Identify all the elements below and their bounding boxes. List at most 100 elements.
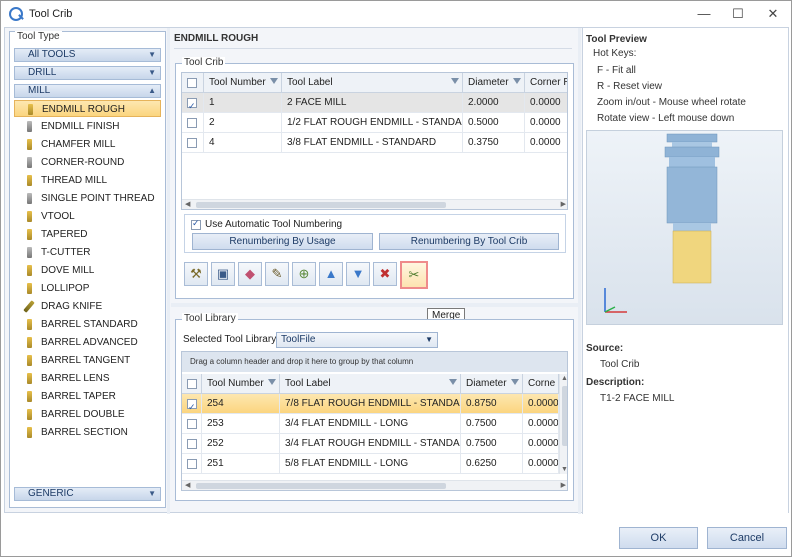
cancel-button[interactable]: Cancel <box>707 527 787 549</box>
filter-icon[interactable] <box>451 78 459 84</box>
edit-tool-button[interactable]: ✎ <box>265 262 289 286</box>
tool-crib-caption: Tool Crib <box>182 57 226 68</box>
renumber-by-tool-crib-button[interactable]: Renumbering By Tool Crib <box>379 233 559 250</box>
row-checkbox[interactable] <box>187 138 197 148</box>
tool-item-barrel-taper[interactable]: BARREL TAPER <box>14 388 161 405</box>
select-all-checkbox[interactable] <box>187 78 197 88</box>
minimize-button[interactable]: — <box>687 1 721 27</box>
t-cutter-icon <box>27 247 32 258</box>
row-checkbox[interactable] <box>187 96 197 113</box>
hotkey-fit: F - Fit all <box>597 65 636 76</box>
table-row[interactable]: 2 1/2 FLAT ROUGH ENDMILL - STANDARD 0.50… <box>182 113 567 133</box>
tool-preview-viewport[interactable] <box>586 130 783 325</box>
column-diameter[interactable]: Diameter <box>463 73 525 93</box>
column-tool-number[interactable]: Tool Number <box>202 374 280 394</box>
eraser-button[interactable]: ◆ <box>238 262 262 286</box>
right-splitter[interactable] <box>578 28 581 514</box>
move-up-button[interactable]: ▲ <box>319 262 343 286</box>
group-drill[interactable]: DRILL ▼ <box>14 66 161 80</box>
scroll-right-icon[interactable]: ▶ <box>561 481 566 489</box>
scroll-thumb[interactable] <box>562 386 567 446</box>
column-tool-label[interactable]: Tool Label <box>282 73 463 93</box>
row-checkbox[interactable] <box>187 439 197 449</box>
tool-item-barrel-lens[interactable]: BARREL LENS <box>14 370 161 387</box>
middle-splitter[interactable] <box>171 303 578 307</box>
tool-library-select[interactable]: ToolFile ▼ <box>276 332 438 348</box>
add-tool-button[interactable]: ⊕ <box>292 262 316 286</box>
left-splitter[interactable] <box>167 28 170 514</box>
horizontal-scrollbar[interactable]: ◀ ▶ <box>182 199 567 209</box>
scroll-right-icon[interactable]: ▶ <box>561 200 566 208</box>
thread-mill-icon <box>27 175 32 186</box>
column-tool-number[interactable]: Tool Number <box>204 73 282 93</box>
tool-item-barrel-section[interactable]: BARREL SECTION <box>14 424 161 441</box>
column-label: Corne <box>528 378 556 389</box>
tool-item-chamfer-mill[interactable]: CHAMFER MILL <box>14 136 161 153</box>
tool-item-label: THREAD MILL <box>41 175 108 186</box>
selected-library-value: ToolFile <box>281 334 316 345</box>
filter-icon[interactable] <box>511 379 519 385</box>
group-all-tools[interactable]: All TOOLS ▼ <box>14 48 161 62</box>
tool-item-tapered[interactable]: TAPERED <box>14 226 161 243</box>
row-checkbox[interactable] <box>187 118 197 128</box>
merge-button[interactable]: ✂ <box>400 261 428 289</box>
maximize-button[interactable]: ☐ <box>721 1 755 27</box>
scroll-down-icon[interactable]: ▼ <box>561 466 567 473</box>
auto-numbering-checkbox[interactable] <box>191 218 201 230</box>
row-checkbox[interactable] <box>187 397 197 414</box>
column-corner-radius[interactable]: Corner Ra <box>525 73 567 93</box>
filter-icon[interactable] <box>270 78 278 84</box>
tool-item-thread-mill[interactable]: THREAD MILL <box>14 172 161 189</box>
table-row[interactable]: 251 5/8 FLAT ENDMILL - LONG 0.6250 0.000… <box>182 454 559 474</box>
tool-item-single-point-thread[interactable]: SINGLE POINT THREAD <box>14 190 161 207</box>
row-checkbox[interactable] <box>187 459 197 469</box>
column-label: Tool Label <box>287 77 333 88</box>
tool-item-lollipop[interactable]: LOLLIPOP <box>14 280 161 297</box>
group-generic[interactable]: GENERIC ▼ <box>14 487 161 501</box>
renumber-by-usage-button[interactable]: Renumbering By Usage <box>192 233 373 250</box>
filter-icon[interactable] <box>449 379 457 385</box>
tool-item-corner-round[interactable]: CORNER-ROUND <box>14 154 161 171</box>
group-mill[interactable]: MILL ▲ <box>14 84 161 98</box>
scroll-thumb[interactable] <box>196 483 446 489</box>
tool-item-barrel-tangent[interactable]: BARREL TANGENT <box>14 352 161 369</box>
tool-item-drag-knife[interactable]: DRAG KNIFE <box>14 298 161 315</box>
tool-item-vtool[interactable]: VTOOL <box>14 208 161 225</box>
table-row[interactable]: 1 2 FACE MILL 2.0000 0.0000 <box>182 93 567 113</box>
scroll-up-icon[interactable]: ▲ <box>561 375 567 382</box>
filter-icon[interactable] <box>513 78 521 84</box>
cell-tool-number: 2 <box>204 113 282 133</box>
table-row[interactable]: 254 7/8 FLAT ROUGH ENDMILL - STANDARD 0.… <box>182 394 559 414</box>
description-label: Description: <box>586 377 645 388</box>
tool-item-t-cutter[interactable]: T-CUTTER <box>14 244 161 261</box>
filter-icon[interactable] <box>268 379 276 385</box>
delete-tool-button[interactable]: ✖ <box>373 262 397 286</box>
tool-item-label: T-CUTTER <box>41 247 91 258</box>
tool-item-dove-mill[interactable]: DOVE MILL <box>14 262 161 279</box>
tool-item-endmill-finish[interactable]: ENDMILL FINISH <box>14 118 161 135</box>
tool-item-barrel-standard[interactable]: BARREL STANDARD <box>14 316 161 333</box>
table-row[interactable]: 4 3/8 FLAT ENDMILL - STANDARD 0.3750 0.0… <box>182 133 567 153</box>
select-all-checkbox[interactable] <box>187 379 197 389</box>
barrel-icon <box>27 409 32 420</box>
row-checkbox[interactable] <box>187 419 197 429</box>
scroll-thumb[interactable] <box>196 202 446 208</box>
column-diameter[interactable]: Diameter <box>461 374 523 394</box>
chevron-down-icon: ▼ <box>148 489 156 498</box>
save-button[interactable]: ▣ <box>211 262 235 286</box>
scroll-left-icon[interactable]: ◀ <box>185 200 190 208</box>
table-row[interactable]: 252 3/4 FLAT ROUGH ENDMILL - STANDARD 0.… <box>182 434 559 454</box>
tool-item-barrel-advanced[interactable]: BARREL ADVANCED <box>14 334 161 351</box>
close-button[interactable]: ✕ <box>756 1 790 27</box>
move-down-button[interactable]: ▼ <box>346 262 370 286</box>
vertical-scrollbar[interactable]: ▲ ▼ <box>559 374 567 474</box>
ok-button[interactable]: OK <box>619 527 698 549</box>
column-tool-label[interactable]: Tool Label <box>280 374 461 394</box>
scroll-left-icon[interactable]: ◀ <box>185 481 190 489</box>
column-corner-radius[interactable]: Corne <box>523 374 559 394</box>
table-row[interactable]: 253 3/4 FLAT ENDMILL - LONG 0.7500 0.000… <box>182 414 559 434</box>
import-tools-button[interactable]: ⚒ <box>184 262 208 286</box>
tool-item-barrel-double[interactable]: BARREL DOUBLE <box>14 406 161 423</box>
tool-item-endmill-rough[interactable]: ENDMILL ROUGH <box>14 100 161 117</box>
horizontal-scrollbar[interactable]: ◀ ▶ <box>182 480 567 490</box>
